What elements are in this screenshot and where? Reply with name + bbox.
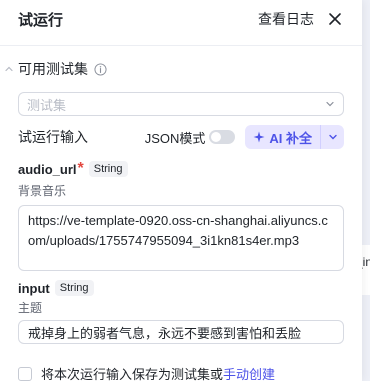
ai-fill-label: AI 补全 <box>269 130 312 146</box>
toggle-knob <box>211 132 222 142</box>
audio-url-textarea[interactable]: https://ve-template-0920.oss-cn-shanghai… <box>18 205 344 271</box>
field-header-audio-url: audio_url * String <box>0 160 362 178</box>
dataset-select-placeholder: 测试集 <box>27 97 67 113</box>
field-description: 主题 <box>18 301 43 315</box>
close-icon <box>329 13 341 25</box>
field-name: audio_url <box>18 161 77 177</box>
dataset-label: 可用测试集 <box>18 61 88 77</box>
save-as-dataset-checkbox[interactable] <box>18 366 32 381</box>
save-as-dataset-row: 将本次运行输入保存为测试集或 手动创建 <box>0 364 362 381</box>
panel-header: 试运行 查看日志 <box>0 0 362 36</box>
dataset-section-header[interactable]: 可用测试集 <box>0 59 362 79</box>
field-description: 背景音乐 <box>18 184 67 198</box>
view-log-button[interactable]: 查看日志 <box>258 9 314 29</box>
ai-fill-button[interactable]: AI 补全 <box>245 125 320 149</box>
info-icon[interactable] <box>94 62 107 76</box>
type-badge: String <box>54 280 94 296</box>
field-name: input <box>18 280 50 296</box>
sparkle-icon <box>253 131 265 143</box>
header-divider <box>0 45 362 46</box>
trial-input-label: 试运行输入 <box>18 129 88 145</box>
input-field[interactable]: 戒掉身上的弱者气息，永远不要感到害怕和丢脸 <box>18 320 344 344</box>
json-mode-toggle[interactable] <box>209 130 236 144</box>
dataset-select[interactable]: 测试集 <box>18 92 344 116</box>
ai-fill-dropdown-button[interactable] <box>320 125 344 149</box>
required-mark: * <box>77 160 84 177</box>
type-badge: String <box>88 161 128 177</box>
close-button[interactable] <box>326 10 344 28</box>
save-as-dataset-text: 将本次运行输入保存为测试集或 <box>41 367 224 381</box>
chevron-down-icon <box>326 101 334 107</box>
trial-input-row: 试运行输入 JSON模式 AI 补全 <box>0 124 362 150</box>
test-run-panel: 试运行 查看日志 可用测试集 测试集 试运行输入 JSON模式 AI 补全 au… <box>0 0 362 381</box>
trial-input-actions: JSON模式 AI 补全 <box>145 125 344 149</box>
json-mode-label: JSON模式 <box>144 130 206 146</box>
manual-create-link[interactable]: 手动创建 <box>223 364 275 381</box>
header-actions: 查看日志 <box>258 9 344 29</box>
chevron-up-icon <box>5 66 13 72</box>
chevron-down-icon <box>328 134 337 140</box>
panel-title: 试运行 <box>18 11 64 29</box>
field-header-input: input String <box>0 280 362 296</box>
